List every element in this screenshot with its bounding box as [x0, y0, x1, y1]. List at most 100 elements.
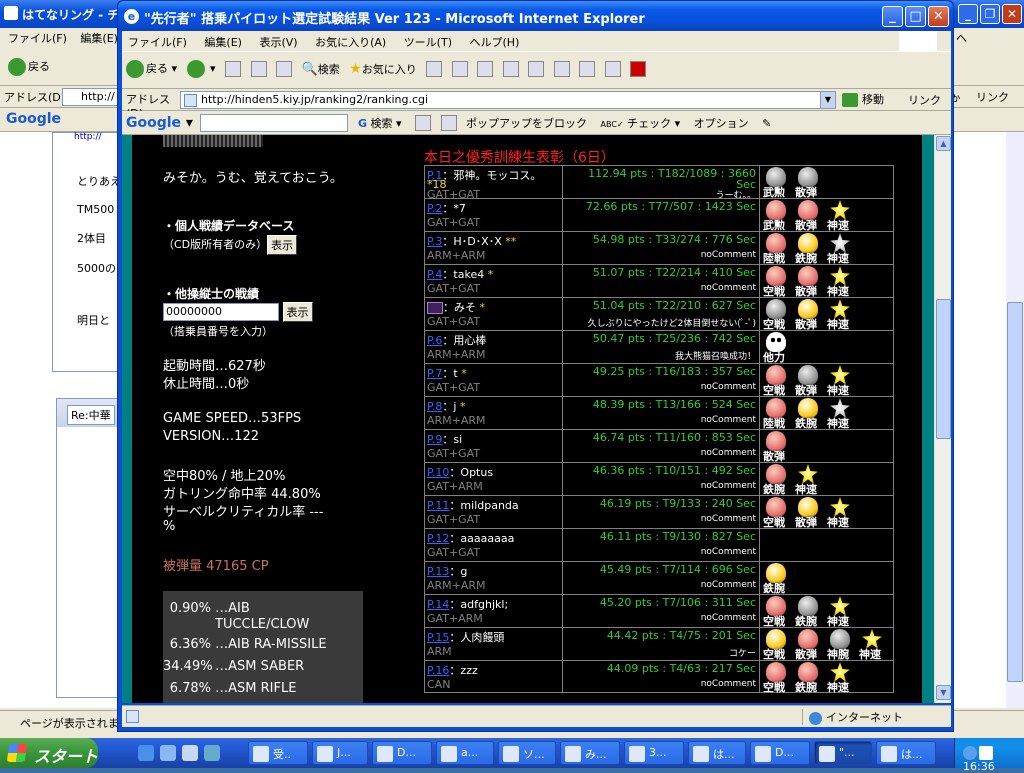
taskbar-task-button[interactable]: は... [876, 741, 936, 765]
google-logo[interactable]: Google ▾ [126, 115, 193, 131]
rank-link[interactable]: P.8 [427, 400, 442, 413]
address-dropdown-icon[interactable]: ▼ [820, 92, 835, 108]
start-button[interactable]: スタート [0, 738, 98, 768]
db-show-button[interactable]: 表示 [267, 235, 298, 255]
links-button[interactable]: リンク [908, 92, 941, 108]
quicklaunch-ie-icon[interactable] [138, 745, 154, 761]
rank-link[interactable]: P.14 [427, 598, 449, 611]
bg-link[interactable]: http:// [74, 132, 102, 142]
taskbar-task-button[interactable]: D... [372, 741, 432, 765]
bg-google-logo[interactable]: Google [6, 111, 61, 127]
tray-expand-icon[interactable] [963, 746, 977, 760]
bg-maximize-button[interactable]: ❐ [980, 4, 1000, 24]
rank-link[interactable]: P.3 [427, 235, 442, 248]
bg-menu-file[interactable]: ファイル(F) [8, 32, 67, 45]
scroll-up-icon[interactable]: ▲ [936, 136, 951, 151]
edit-icon[interactable] [502, 61, 519, 77]
go-button[interactable]: 移動 [842, 91, 884, 107]
quicklaunch-icon[interactable] [182, 745, 198, 761]
menu-view[interactable]: 表示(V) [259, 36, 297, 49]
options-button[interactable]: オプション [694, 115, 749, 131]
rank-link[interactable]: P.10 [427, 466, 449, 479]
google-pagerank-icon[interactable] [440, 115, 457, 131]
rank-link[interactable]: P.13 [427, 565, 449, 578]
bg-comment-title[interactable]: Re:中華 [67, 405, 115, 425]
rank-link[interactable]: P.4 [427, 268, 442, 281]
rank-link[interactable]: P.6 [427, 334, 442, 347]
scrollbar-thumb[interactable] [936, 299, 951, 439]
bg-menu-help-tail[interactable]: ヘ [956, 30, 967, 46]
rank-link[interactable]: P.12 [427, 532, 449, 545]
google-search-input[interactable] [200, 114, 349, 132]
taskbar-task-button[interactable]: み... [560, 741, 620, 765]
bg-close-button[interactable]: ✕ [1002, 4, 1022, 24]
loadout-text: GAT+GAT [427, 447, 481, 460]
score-text: 45.49 pts : T7/114 : 696 Sec [599, 563, 756, 576]
rank-stars: * [456, 400, 466, 413]
quicklaunch-desktop-icon[interactable] [160, 745, 176, 761]
rank-link[interactable]: P.7 [427, 367, 442, 380]
page-scrollbar[interactable]: ▲ ▼ [934, 135, 951, 703]
print-icon[interactable] [477, 61, 494, 77]
refresh-icon[interactable] [250, 61, 267, 77]
favorites-button[interactable]: ★お気に入り [349, 61, 417, 77]
menu-file[interactable]: ファイル(F) [128, 36, 187, 49]
maximize-button[interactable]: □ [905, 6, 926, 27]
toolbar-red-icon[interactable] [630, 61, 647, 77]
bg-scrollbar-thumb[interactable] [1007, 302, 1023, 682]
menu-tools[interactable]: ツール(T) [404, 36, 452, 49]
bg-forward-icon[interactable] [76, 58, 94, 76]
ie-title-bar[interactable]: e "先行者" 搭乗パイロット選定試験結果 Ver 123 - Microsof… [118, 1, 953, 31]
taskbar-task-button[interactable]: は... [688, 741, 746, 765]
google-news-icon[interactable] [415, 115, 432, 131]
bg-minimize-button[interactable]: _ [958, 4, 978, 24]
bg-menu-edit[interactable]: 編集(E) [80, 32, 118, 45]
history-icon[interactable] [426, 61, 443, 77]
popup-blocker-button[interactable]: ポップアップをブロック [466, 115, 587, 131]
rank-link[interactable]: P.16 [427, 664, 449, 677]
forward-button[interactable]: ▾ [186, 60, 216, 78]
ranking-row: P.10：Optus GAT+ARM 46.36 pts : T10/151 : 4… [424, 462, 894, 496]
rank-link[interactable]: P.11 [427, 499, 449, 512]
rank-link[interactable]: P.2 [427, 202, 442, 215]
taskbar-task-button[interactable]: 受.. [248, 741, 308, 765]
bg-links-label[interactable]: リンク [976, 89, 1009, 105]
rank-link[interactable]: P.15 [427, 631, 449, 644]
menu-favorites[interactable]: お気に入り(A) [315, 36, 386, 49]
taskbar-task-button[interactable]: ソ... [498, 741, 556, 765]
toolbar-extra-icon[interactable] [604, 61, 621, 77]
score-text: 46.11 pts : T9/130 : 827 Sec [599, 530, 756, 543]
taskbar-task-button[interactable]: 3... [624, 741, 684, 765]
pilot-show-button[interactable]: 表示 [282, 302, 313, 322]
badge-cell: 鉄腕 [761, 562, 893, 595]
pencil-icon[interactable]: ✎ [762, 117, 771, 130]
background-scrollbar[interactable] [1006, 132, 1024, 708]
badge-cell: 空戦 散弾 神速 [761, 364, 893, 397]
menu-edit[interactable]: 編集(E) [204, 36, 242, 49]
bg-back-button[interactable]: 戻る [8, 58, 50, 76]
search-button[interactable]: 🔍検索 [302, 61, 340, 77]
menu-help[interactable]: ヘルプ(H) [470, 36, 520, 49]
mail-icon[interactable] [451, 61, 468, 77]
taskbar-task-button[interactable]: J... [312, 741, 368, 765]
rank-link[interactable]: P.9 [427, 433, 442, 446]
address-input[interactable]: http://hinden5.kiy.jp/ranking2/ranking.c… [180, 91, 836, 109]
taskbar-task-button[interactable]: "... [814, 741, 872, 765]
minimize-button[interactable]: _ [882, 6, 903, 27]
scroll-down-icon[interactable]: ▼ [936, 685, 951, 700]
home-icon[interactable] [276, 61, 293, 77]
back-button[interactable]: 戻る ▾ [126, 60, 177, 78]
taskbar-task-button[interactable]: a... [436, 741, 494, 765]
close-button[interactable]: ✕ [928, 6, 949, 27]
stop-icon[interactable] [225, 61, 242, 77]
toolbar-extra-icon[interactable] [579, 61, 596, 77]
spellcheck-button[interactable]: ABC✓ チェック ▾ [601, 115, 681, 131]
taskbar-task-button[interactable]: D... [750, 741, 810, 765]
tray-app-icon[interactable] [979, 746, 993, 760]
google-search-button[interactable]: G 検索 ▾ [358, 115, 402, 131]
bg-address-input[interactable]: http:// [62, 88, 118, 106]
quicklaunch-icon[interactable] [204, 745, 220, 761]
pilot-number-input[interactable]: 00000000 [163, 303, 279, 321]
research-icon[interactable] [553, 61, 570, 77]
messenger-icon[interactable] [528, 61, 545, 77]
